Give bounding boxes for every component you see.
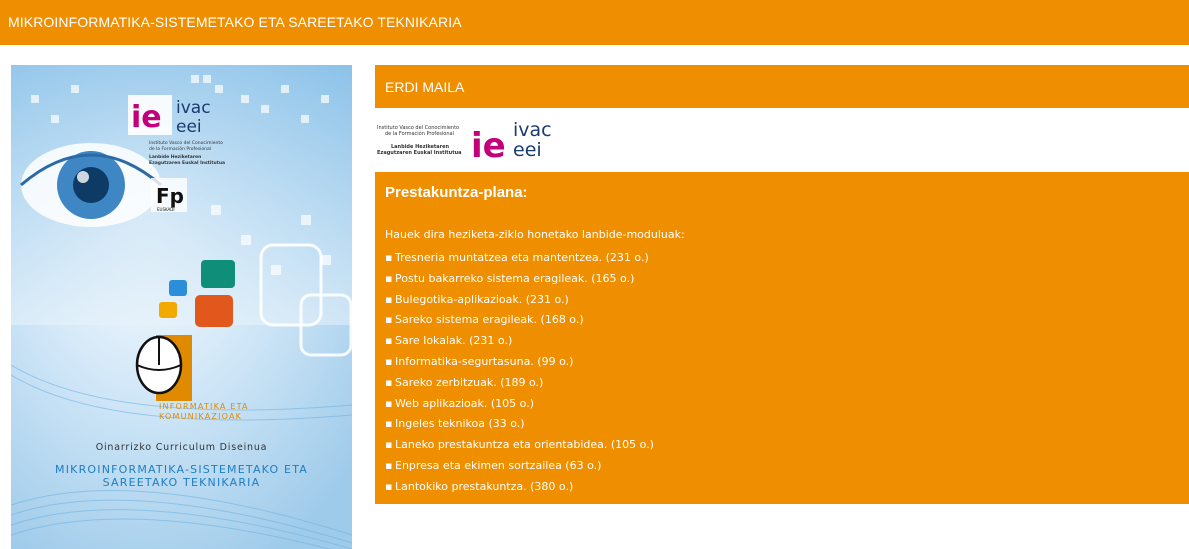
module-label: Enpresa eta ekimen sortzailea (63 o.) [395,458,602,472]
eei-logo: eei [513,139,542,161]
page-header: MIKROINFORMATIKA-SISTEMETAKO ETA SAREETA… [0,0,1189,45]
module-label: Web aplikazioak. (105 o.) [395,396,535,410]
cover-title-line2: SAREETAKO TEKNIKARIA [102,476,261,489]
module-label: Postu bakarreko sistema eragileak. (165 … [395,271,635,285]
cover-curriculum: Oinarrizko Curriculum Diseinua [95,442,268,453]
module-label: Sareko sistema eragileak. (168 o.) [395,313,584,327]
module-label: Lantokiko prestakuntza. (380 o.) [395,479,574,493]
bullet-icon: ▪ [385,292,393,306]
bullet-icon: ▪ [385,375,393,389]
ivac-logo: ivac [513,119,552,141]
svg-text:de la Formación Profesional: de la Formación Profesional [149,145,211,152]
bullet-icon: ▪ [385,438,393,452]
cover-family-line2: KOMUNIKAZIOAK [159,412,243,421]
training-plan-panel: Prestakuntza-plana: Hauek dira heziketa-… [375,172,1189,504]
cover-family-line1: INFORMATIKA ETA [159,402,249,411]
fp-logo: Fp EUSKADI [151,178,187,212]
svg-text:Lanbide Heziketaren: Lanbide Heziketaren [149,154,201,160]
module-item: ▪ Laneko prestakuntza eta orientabidea. (… [385,435,654,456]
level-label: ERDI MAILA [385,79,465,95]
module-item: ▪ Ingeles teknikoa (33 o.) [385,414,654,435]
page-title: MIKROINFORMATIKA-SISTEMETAKO ETA SAREETA… [8,14,462,30]
module-item: ▪ Informatika-segurtasuna. (99 o.) [385,352,654,373]
cover-image: ie ivac eei Instituto Vasco del Conocimi… [11,65,352,549]
module-item: ▪ Sare lokalak. (231 o.) [385,331,654,352]
module-label: Sare lokalak. (231 o.) [395,334,513,348]
svg-text:de la Formación Profesional: de la Formación Profesional [385,130,454,137]
bullet-icon: ▪ [385,354,393,368]
svg-text:Ezagutzaren Euskal Institutua: Ezagutzaren Euskal Institutua [149,160,225,166]
module-item: ▪ Lantokiko prestakuntza. (380 o.) [385,477,654,498]
bullet-icon: ▪ [385,396,393,410]
svg-text:EUSKADI: EUSKADI [157,207,175,212]
plan-title: Prestakuntza-plana: [385,184,528,201]
module-item: ▪ Web aplikazioak. (105 o.) [385,394,654,415]
module-item: ▪ Bulegotika-aplikazioak. (231 o.) [385,290,654,311]
module-label: Bulegotika-aplikazioak. (231 o.) [395,292,569,306]
module-item: ▪ Enpresa eta ekimen sortzailea (63 o.) [385,456,654,477]
module-label: Ingeles teknikoa (33 o.) [395,417,525,431]
module-item: ▪ Postu bakarreko sistema eragileak. (165… [385,269,654,290]
module-list: ▪ Tresneria muntatzea eta mantentzea. (23… [385,248,654,498]
svg-text:Instituto Vasco del Conocimien: Instituto Vasco del Conocimiento [149,140,223,146]
cover-title-line1: MIKROINFORMATIKA-SISTEMETAKO ETA [55,463,308,476]
ie-logo: ie [131,100,162,135]
cover-ivac-logo: ie ivac eei [128,95,211,137]
ivac-logo: ivac [176,98,211,118]
module-label: Tresneria muntatzea eta mantentzea. (231… [395,251,649,264]
module-label: Informatika-segurtasuna. (99 o.) [395,354,574,368]
eye-graphic [20,143,162,227]
plan-intro: Hauek dira heziketa-ziklo honetako lanbi… [385,228,685,241]
bullet-icon: ▪ [385,251,393,264]
bullet-icon: ▪ [385,313,393,327]
bullet-icon: ▪ [385,271,393,285]
level-bar: ERDI MAILA [375,65,1189,108]
module-item: ▪ Sareko sistema eragileak. (168 o.) [385,310,654,331]
svg-text:Ezagutzaren Euskal Institutua: Ezagutzaren Euskal Institutua [377,150,462,156]
ie-logo: ie [471,126,506,164]
module-item: ▪ Sareko zerbitzuak. (189 o.) [385,373,654,394]
bullet-icon: ▪ [385,458,393,472]
module-label: Laneko prestakuntza eta orientabidea. (1… [395,438,654,452]
module-label: Sareko zerbitzuak. (189 o.) [395,375,544,389]
module-item: ▪ Tresneria muntatzea eta mantentzea. (23… [385,248,654,269]
svg-text:Fp: Fp [156,184,184,208]
bullet-icon: ▪ [385,479,393,493]
bullet-icon: ▪ [385,417,393,431]
institute-logo: Instituto Vasco del Conocimiento de la F… [375,116,1189,166]
bullet-icon: ▪ [385,334,393,348]
institute-logo-graphic: Instituto Vasco del Conocimiento de la F… [377,119,552,166]
eei-logo: eei [176,117,202,137]
